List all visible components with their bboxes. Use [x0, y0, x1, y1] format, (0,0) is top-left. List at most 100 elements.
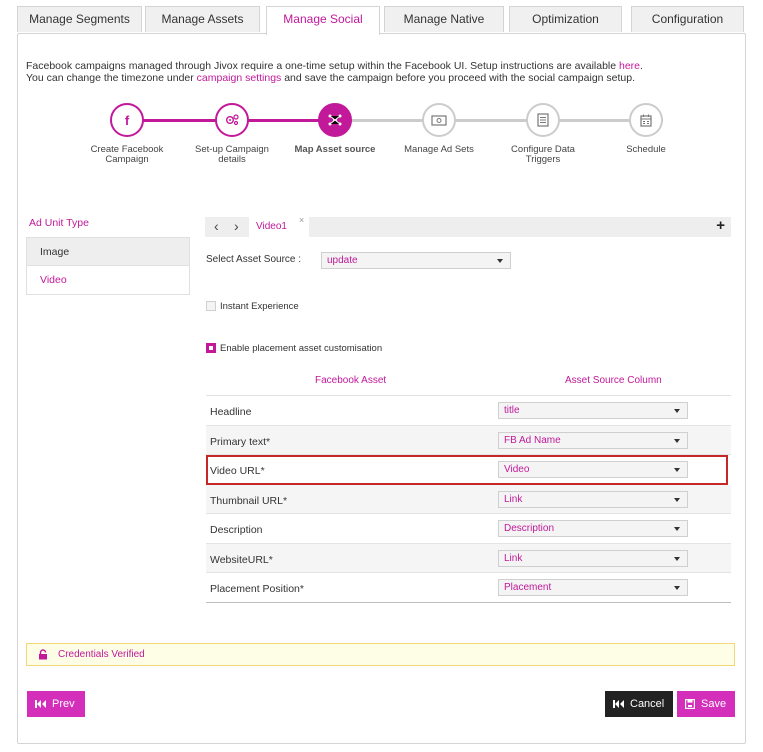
tab-manage-assets[interactable]: Manage Assets	[145, 6, 260, 32]
setup-stepper: f Create Facebook Campaign Set-up Campaig…	[80, 102, 700, 172]
chevron-down-icon	[674, 438, 680, 443]
table-header: Facebook Asset Asset Source Column	[206, 366, 731, 396]
select-value: FB Ad Name	[504, 434, 561, 446]
share-icon	[328, 114, 342, 126]
chevron-right-icon[interactable]: ›	[234, 218, 239, 234]
table-row: Description Description	[206, 514, 731, 544]
step-label: Create Facebook Campaign	[90, 144, 164, 165]
tab-manage-native[interactable]: Manage Native	[384, 6, 504, 32]
asset-name: Thumbnail URL*	[210, 494, 288, 507]
ad-unit-list: Image Video	[26, 237, 190, 295]
tab-manage-segments[interactable]: Manage Segments	[17, 6, 142, 32]
select-value: Description	[504, 523, 555, 534]
info-text: and save the campaign before you proceed…	[281, 72, 636, 84]
stepper-remaining-line	[338, 119, 648, 122]
select-value: Link	[504, 552, 523, 564]
instant-experience-label: Instant Experience	[220, 301, 299, 312]
campaign-settings-link[interactable]: campaign settings	[197, 72, 282, 84]
tab-manage-social[interactable]: Manage Social	[266, 6, 380, 35]
step-create-facebook-campaign[interactable]: f	[110, 103, 144, 137]
info-text: .	[640, 60, 643, 72]
step-label: Schedule	[626, 144, 666, 155]
asset-name: Placement Position*	[210, 583, 304, 595]
table-row: Primary text* FB Ad Name	[206, 425, 731, 455]
step-manage-ad-sets[interactable]	[422, 103, 456, 137]
info-text: You can change the timezone under	[26, 72, 197, 84]
asset-column-select[interactable]: Link	[498, 549, 688, 567]
table-row: Headline title	[206, 396, 731, 426]
gear-icon	[226, 114, 239, 126]
asset-column-select[interactable]: FB Ad Name	[498, 431, 688, 449]
chevron-down-icon	[497, 259, 503, 263]
setup-instructions-link[interactable]: here	[619, 60, 640, 72]
step-label: Manage Ad Sets	[404, 144, 474, 155]
asset-source-select[interactable]: update	[321, 252, 511, 269]
instant-experience-checkbox[interactable]	[206, 301, 216, 311]
lock-icon	[39, 649, 47, 660]
chevron-down-icon	[674, 468, 680, 472]
asset-column-select[interactable]: Link	[498, 490, 688, 508]
asset-column-select[interactable]: title	[498, 402, 688, 419]
chevron-down-icon	[674, 409, 680, 413]
chevron-down-icon	[674, 556, 680, 561]
tab-bar: Manage Segments Manage Assets Manage Soc…	[0, 0, 763, 35]
asset-column-select[interactable]: Description	[498, 520, 688, 537]
ad-unit-type-title: Ad Unit Type	[29, 217, 89, 229]
cancel-button[interactable]: Cancel	[605, 691, 673, 717]
asset-name: Primary text*	[210, 435, 271, 448]
floppy-disk-icon	[685, 699, 695, 709]
setup-info: Facebook campaigns managed through Jivox…	[26, 60, 643, 84]
select-value: title	[504, 405, 520, 416]
info-text: Facebook campaigns managed through Jivox…	[26, 60, 619, 72]
step-configure-data-triggers[interactable]	[526, 103, 560, 137]
cancel-label: Cancel	[630, 698, 665, 710]
calendar-icon	[640, 114, 652, 127]
column-header: Facebook Asset	[315, 375, 387, 386]
asset-source-value: update	[327, 255, 358, 266]
save-button[interactable]: Save	[677, 691, 735, 717]
step-map-asset-source[interactable]	[318, 103, 352, 137]
credentials-status: Credentials Verified	[58, 649, 145, 660]
credentials-banner: Credentials Verified	[26, 643, 735, 666]
skip-back-icon	[35, 700, 46, 708]
table-row: Placement Position* Placement	[206, 573, 731, 603]
money-icon	[431, 114, 447, 126]
asset-mapping-table: Facebook Asset Asset Source Column Headl…	[206, 366, 731, 603]
chevron-down-icon	[674, 586, 680, 590]
select-value: Placement	[504, 582, 552, 593]
skip-back-icon	[613, 700, 624, 708]
asset-column-select[interactable]: Video	[498, 461, 688, 478]
step-label: Configure Data Triggers	[511, 144, 575, 165]
table-row: Thumbnail URL* Link	[206, 484, 731, 514]
placement-customisation-checkbox[interactable]	[206, 343, 216, 353]
save-label: Save	[701, 698, 727, 710]
asset-name: WebsiteURL*	[210, 553, 273, 566]
placement-customisation-label: Enable placement asset customisation	[220, 343, 383, 354]
prev-label: Prev	[52, 698, 75, 710]
tab-optimization[interactable]: Optimization	[509, 6, 622, 32]
prev-button[interactable]: Prev	[27, 691, 85, 717]
chevron-down-icon	[674, 527, 680, 531]
table-row: Video URL* Video	[206, 455, 728, 485]
asset-name: Headline	[210, 406, 252, 418]
ad-unit-video[interactable]: Video	[27, 266, 189, 294]
chevron-down-icon	[674, 497, 680, 502]
chevron-left-icon[interactable]: ‹	[214, 218, 219, 234]
select-value: Link	[504, 493, 523, 505]
tab-configuration[interactable]: Configuration	[631, 6, 744, 32]
asset-column-select[interactable]: Placement	[498, 579, 688, 596]
add-tab-button[interactable]: +	[716, 217, 725, 234]
asset-name: Description	[210, 524, 263, 536]
asset-tab-bar: ‹ › Video1 × +	[205, 215, 731, 237]
asset-source-label: Select Asset Source :	[206, 254, 302, 265]
list-icon	[537, 113, 549, 127]
ad-unit-image[interactable]: Image	[27, 238, 189, 266]
column-header: Asset Source Column	[565, 375, 662, 386]
step-schedule[interactable]	[629, 103, 663, 137]
step-label: Map Asset source	[294, 144, 376, 155]
facebook-icon: f	[124, 112, 130, 128]
step-setup-campaign-details[interactable]	[215, 103, 249, 137]
select-value: Video	[504, 464, 530, 475]
close-icon[interactable]: ×	[299, 215, 304, 225]
step-label: Set-up Campaign details	[195, 144, 269, 165]
